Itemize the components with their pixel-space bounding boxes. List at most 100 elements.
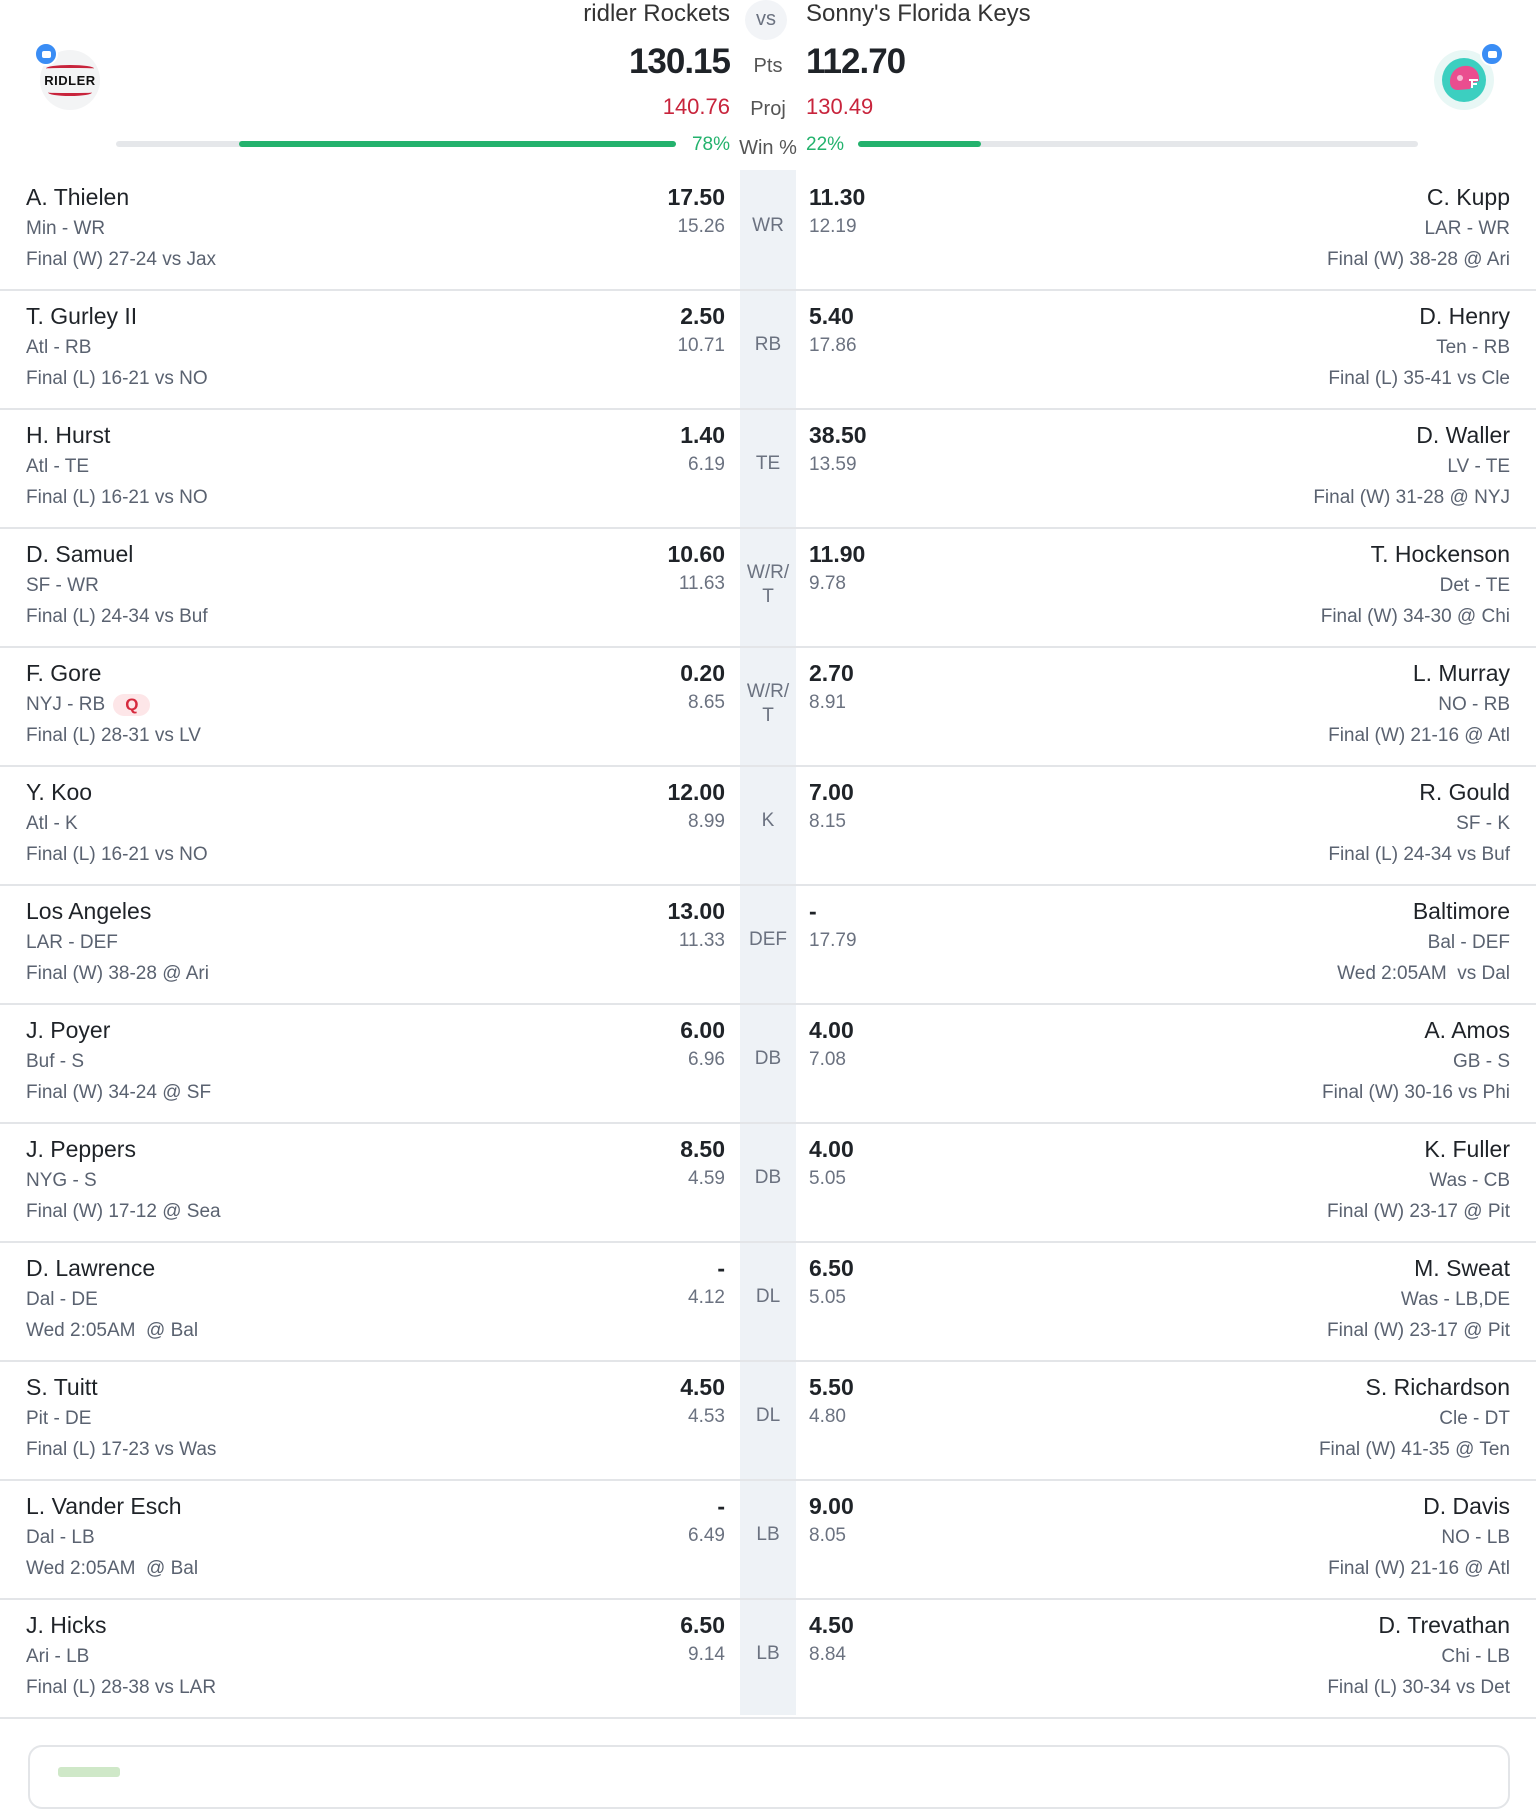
left-player-team: LAR - DEF	[26, 932, 118, 954]
left-player-projection: 6.19	[688, 454, 725, 475]
left-player-points: 1.40	[680, 422, 725, 448]
left-player-game: Final (W) 17-12 @ Sea	[26, 1201, 221, 1222]
left-win-probability-fill	[239, 141, 676, 147]
left-player-team-text: NYJ - RB	[26, 694, 106, 716]
matchup-row: Los Angeles LAR - DEF Final (W) 38-28 @ Ar…	[0, 884, 1536, 1005]
right-player-points: 4.00	[809, 1136, 854, 1162]
right-player-projection: 13.59	[809, 454, 857, 475]
left-player-team: NYJ - RB Q	[26, 694, 151, 716]
right-player-name[interactable]: M. Sweat	[1414, 1255, 1510, 1282]
left-player-name[interactable]: S. Tuitt	[26, 1374, 98, 1401]
left-player-name[interactable]: F. Gore	[26, 660, 101, 687]
right-player-game: Final (W) 21-16 @ Atl	[1328, 725, 1510, 746]
bottom-card[interactable]	[28, 1745, 1510, 1809]
right-player-name[interactable]: D. Waller	[1416, 422, 1510, 449]
chat-bubble-icon[interactable]	[34, 42, 58, 66]
roster-position: K	[761, 810, 775, 831]
left-player-name[interactable]: J. Hicks	[26, 1612, 107, 1639]
right-player-name[interactable]: C. Kupp	[1427, 184, 1510, 211]
roster-position: W/R/T	[746, 681, 790, 726]
right-player-team: GB - S	[1452, 1051, 1510, 1072]
right-player-name[interactable]: D. Henry	[1419, 303, 1510, 330]
left-player-name[interactable]: Y. Koo	[26, 779, 92, 806]
left-team-name[interactable]: ridler Rockets	[583, 0, 730, 28]
left-player-projection: 9.14	[688, 1644, 725, 1665]
left-player-points: 13.00	[667, 898, 725, 924]
left-player-name[interactable]: D. Samuel	[26, 541, 133, 568]
left-player-points: 12.00	[667, 779, 725, 805]
roster-position: DEF	[749, 929, 787, 950]
right-player-game: Final (W) 23-17 @ Pit	[1327, 1320, 1510, 1341]
right-player-team: Bal - DEF	[1427, 932, 1510, 953]
football-helmet-icon	[1442, 58, 1486, 102]
left-player-projection: 11.63	[678, 573, 725, 594]
right-player-team: Chi - LB	[1441, 1646, 1510, 1667]
left-player-game: Final (L) 28-31 vs LV	[26, 725, 201, 746]
right-projected-points: 130.49	[806, 94, 874, 119]
left-player-team-text: Dal - DE	[26, 1289, 98, 1310]
left-player-team-text: Buf - S	[26, 1051, 85, 1072]
left-player-points: 17.50	[667, 184, 725, 210]
right-player-name[interactable]: D. Trevathan	[1378, 1612, 1510, 1639]
ridler-logo: RIDLER	[44, 64, 95, 96]
right-total-points: 112.70	[806, 42, 906, 81]
right-player-name[interactable]: R. Gould	[1419, 779, 1510, 806]
left-player-name[interactable]: H. Hurst	[26, 422, 110, 449]
right-player-projection: 8.91	[809, 692, 846, 713]
left-player-points: 10.60	[667, 541, 725, 567]
right-player-game: Final (W) 41-35 @ Ten	[1318, 1439, 1510, 1460]
roster-position: DL	[755, 1286, 781, 1307]
left-player-projection: 10.71	[677, 335, 725, 356]
right-player-team: Was - CB	[1429, 1170, 1510, 1191]
left-player-game: Final (L) 16-21 vs NO	[26, 844, 208, 865]
right-player-name[interactable]: A. Amos	[1424, 1017, 1510, 1044]
left-player-name[interactable]: J. Poyer	[26, 1017, 110, 1044]
right-player-points: 5.40	[809, 303, 854, 329]
right-team-name[interactable]: Sonny's Florida Keys	[806, 0, 1031, 28]
left-player-projection: 4.12	[688, 1287, 725, 1308]
left-player-points: 8.50	[680, 1136, 725, 1162]
left-player-team-text: LAR - DEF	[26, 932, 118, 953]
left-player-name[interactable]: T. Gurley II	[26, 303, 137, 330]
matchup-row: L. Vander Esch Dal - LB Wed 2:05AM @ Bal - 6…	[0, 1479, 1536, 1600]
right-player-name[interactable]: K. Fuller	[1424, 1136, 1510, 1163]
left-player-name[interactable]: J. Peppers	[26, 1136, 136, 1163]
left-player-game: Final (L) 24-34 vs Buf	[26, 606, 208, 627]
left-player-name[interactable]: D. Lawrence	[26, 1255, 155, 1282]
right-player-points: 7.00	[809, 779, 854, 805]
left-player-projection: 6.49	[688, 1525, 725, 1546]
left-player-name[interactable]: L. Vander Esch	[26, 1493, 182, 1520]
right-player-game: Final (L) 35-41 vs Cle	[1328, 368, 1510, 389]
left-player-game: Wed 2:05AM @ Bal	[26, 1320, 199, 1341]
roster-position: RB	[754, 334, 782, 355]
right-player-game: Final (W) 21-16 @ Atl	[1328, 1558, 1510, 1579]
right-player-name[interactable]: Baltimore	[1413, 898, 1510, 925]
right-player-team: Was - LB,DE	[1400, 1289, 1510, 1310]
right-team-avatar[interactable]	[1434, 42, 1504, 110]
left-win-probability-bar	[116, 141, 676, 147]
left-player-points: 6.50	[680, 1612, 725, 1638]
left-team-avatar[interactable]: RIDLER	[34, 42, 100, 110]
right-player-name[interactable]: L. Murray	[1413, 660, 1510, 687]
left-player-name[interactable]: Los Angeles	[26, 898, 151, 925]
chat-bubble-icon[interactable]	[1480, 42, 1504, 66]
right-player-team: NO - RB	[1438, 694, 1510, 715]
right-player-points: 5.50	[809, 1374, 854, 1400]
left-player-name[interactable]: A. Thielen	[26, 184, 129, 211]
roster-position: W/R/T	[746, 562, 790, 607]
right-player-team: SF - K	[1456, 813, 1510, 834]
right-player-projection: 12.19	[809, 216, 857, 237]
left-player-projection: 4.53	[688, 1406, 725, 1427]
right-player-projection: 7.08	[809, 1049, 846, 1070]
left-player-game: Final (L) 17-23 vs Was	[26, 1439, 217, 1460]
left-player-points: 6.00	[680, 1017, 725, 1043]
left-player-game: Final (L) 28-38 vs LAR	[26, 1677, 217, 1698]
left-player-team-text: Atl - RB	[26, 337, 92, 358]
right-player-name[interactable]: T. Hockenson	[1371, 541, 1510, 568]
right-player-name[interactable]: S. Richardson	[1366, 1374, 1510, 1401]
matchup-row: S. Tuitt Pit - DE Final (L) 17-23 vs Was 4.…	[0, 1360, 1536, 1481]
right-player-name[interactable]: D. Davis	[1423, 1493, 1510, 1520]
roster-position: LB	[756, 1643, 780, 1664]
right-player-points: -	[809, 898, 817, 924]
left-player-team-text: Ari - LB	[26, 1646, 90, 1667]
